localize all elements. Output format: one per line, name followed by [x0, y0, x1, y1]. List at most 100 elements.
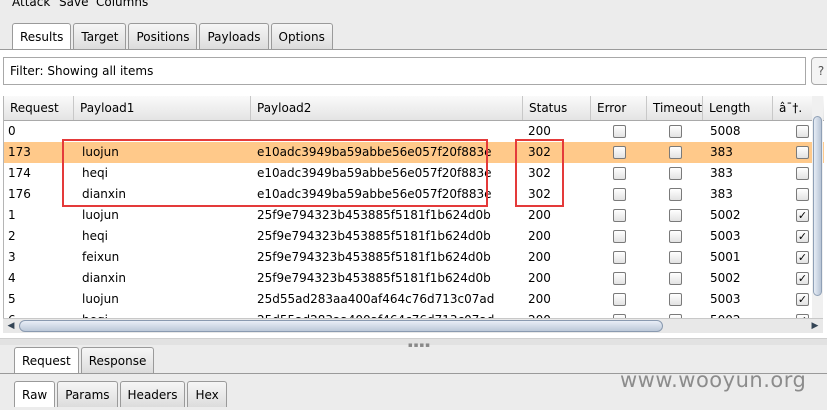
table-row[interactable]: 6 heqi 25d55ad283aa400af464c76d713c07ad 200…	[4, 310, 824, 318]
error-checkbox[interactable]	[613, 167, 626, 180]
timeout-checkbox[interactable]	[669, 125, 682, 138]
tab-headers[interactable]: Headers	[119, 381, 186, 407]
help-button[interactable]: ?	[811, 57, 827, 85]
column-status[interactable]: Status	[523, 96, 591, 120]
tab-hex[interactable]: Hex	[187, 381, 227, 407]
cell-length: 383	[710, 166, 733, 180]
error-checkbox[interactable]	[613, 251, 626, 264]
tab-positions[interactable]: Positions	[128, 23, 198, 49]
scroll-right-arrow-icon[interactable]: ▶	[808, 319, 822, 333]
menu-save[interactable]: Save	[59, 0, 88, 9]
tab-options[interactable]: Options	[270, 23, 333, 49]
error-checkbox[interactable]	[613, 146, 626, 159]
tab-results[interactable]: Results	[12, 23, 72, 49]
table-row[interactable]: 2 heqi 25f9e794323b453885f5181f1b624d0b 200…	[4, 226, 824, 247]
cell-request: 174	[8, 166, 31, 180]
timeout-checkbox[interactable]	[669, 188, 682, 201]
cell-payload1: heqi	[82, 229, 108, 243]
cell-request: 1	[8, 208, 16, 222]
column-timeout[interactable]: Timeout	[647, 96, 703, 120]
error-checkbox[interactable]	[613, 209, 626, 222]
error-checkbox[interactable]	[613, 272, 626, 285]
table-row[interactable]: 4 dianxin 25f9e794323b453885f5181f1b624d0b…	[4, 268, 824, 289]
cell-payload1: luojun	[82, 292, 119, 306]
flag-checkbox[interactable]: ✓	[796, 251, 809, 264]
cell-status: 200	[528, 250, 551, 264]
filter-bar[interactable]: Filter: Showing all items	[3, 57, 806, 85]
cell-request: 0	[8, 124, 16, 138]
cell-payload1: feixun	[82, 250, 120, 264]
timeout-checkbox[interactable]	[669, 272, 682, 285]
cell-length: 5003	[710, 292, 741, 306]
cell-request: 2	[8, 229, 16, 243]
flag-checkbox[interactable]: ✓	[796, 230, 809, 243]
column-payload1[interactable]: Payload1	[74, 96, 251, 120]
cell-request: 5	[8, 292, 16, 306]
tab-payloads[interactable]: Payloads	[199, 23, 269, 49]
error-checkbox[interactable]	[613, 293, 626, 306]
cell-payload2: 25f9e794323b453885f5181f1b624d0b	[257, 271, 491, 285]
flag-checkbox[interactable]	[796, 188, 809, 201]
column-flag[interactable]: â¯†.	[773, 96, 813, 120]
view-tab-strip: Raw Params Headers Hex	[14, 381, 229, 407]
message-tab-strip: Request Response	[14, 347, 156, 373]
column-payload2[interactable]: Payload2	[251, 96, 523, 120]
horizontal-scroll-thumb[interactable]	[19, 320, 663, 332]
flag-checkbox[interactable]: ✓	[796, 293, 809, 306]
table-row[interactable]: 3 feixun 25f9e794323b453885f5181f1b624d0b 2…	[4, 247, 824, 268]
cell-length: 383	[710, 187, 733, 201]
cell-length: 5002	[710, 208, 741, 222]
tab-params[interactable]: Params	[57, 381, 118, 407]
column-error[interactable]: Error	[591, 96, 647, 120]
menu-bar: Attack Save Columns	[0, 0, 827, 14]
menu-columns[interactable]: Columns	[96, 0, 148, 9]
cell-status: 200	[528, 292, 551, 306]
table-row[interactable]: 5 luojun 25d55ad283aa400af464c76d713c07ad 2…	[4, 289, 824, 310]
flag-checkbox[interactable]: ✓	[796, 272, 809, 285]
cell-payload2: 25f9e794323b453885f5181f1b624d0b	[257, 229, 491, 243]
cell-status: 200	[528, 208, 551, 222]
cell-request: 173	[8, 145, 31, 159]
cell-request: 4	[8, 271, 16, 285]
flag-checkbox[interactable]: ✓	[796, 209, 809, 222]
column-length[interactable]: Length	[703, 96, 773, 120]
timeout-checkbox[interactable]	[669, 146, 682, 159]
horizontal-scrollbar[interactable]: ◀ ▶	[3, 318, 823, 333]
error-checkbox[interactable]	[613, 230, 626, 243]
splitter-grip-icon[interactable]: ▪▪▪▪	[408, 341, 431, 349]
timeout-checkbox[interactable]	[669, 251, 682, 264]
vertical-scrollbar[interactable]	[812, 96, 823, 318]
cell-payload1: dianxin	[82, 271, 126, 285]
scroll-left-arrow-icon[interactable]: ◀	[4, 319, 18, 333]
cell-length: 5008	[710, 124, 741, 138]
watermark: www.wooyun.org	[620, 368, 807, 392]
timeout-checkbox[interactable]	[669, 209, 682, 222]
results-table: Request Payload1 Payload2 Status Error T…	[3, 96, 824, 318]
cell-request: 3	[8, 250, 16, 264]
tab-response[interactable]: Response	[80, 347, 155, 373]
cell-request: 176	[8, 187, 31, 201]
vertical-scroll-thumb[interactable]	[813, 116, 822, 296]
tab-raw[interactable]: Raw	[14, 381, 56, 407]
timeout-checkbox[interactable]	[669, 293, 682, 306]
cell-status: 200	[524, 310, 551, 318]
tab-target[interactable]: Target	[73, 23, 127, 49]
error-checkbox[interactable]	[613, 188, 626, 201]
flag-checkbox[interactable]	[796, 125, 809, 138]
timeout-checkbox[interactable]	[669, 167, 682, 180]
flag-checkbox[interactable]	[796, 146, 809, 159]
timeout-checkbox[interactable]	[669, 230, 682, 243]
tab-request[interactable]: Request	[14, 347, 79, 373]
cell-length: 5001	[710, 250, 741, 264]
table-row[interactable]: 1 luojun 25f9e794323b453885f5181f1b624d0b 2…	[4, 205, 824, 226]
main-tab-strip: Results Target Positions Payloads Option…	[12, 23, 335, 49]
column-request[interactable]: Request	[4, 96, 74, 120]
cell-status: 200	[528, 229, 551, 243]
error-checkbox[interactable]	[613, 125, 626, 138]
cell-request: 6	[4, 310, 16, 318]
cell-length: 383	[710, 145, 733, 159]
flag-checkbox[interactable]	[796, 167, 809, 180]
cell-length: 5003	[710, 229, 741, 243]
menu-attack[interactable]: Attack	[12, 0, 50, 9]
cell-length: 5002	[706, 310, 741, 318]
